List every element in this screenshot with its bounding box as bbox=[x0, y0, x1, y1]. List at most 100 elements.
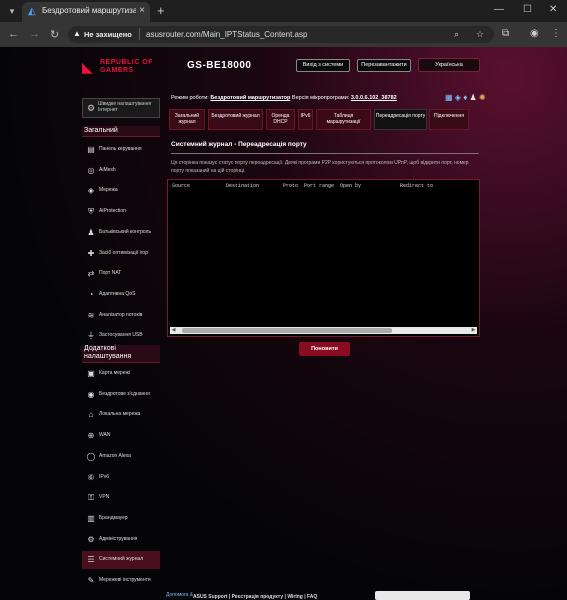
footer-links[interactable]: ASUS Support | Реєстрація продукту | Wir… bbox=[193, 594, 317, 600]
sidebar-item-traffic[interactable]: ≋ Аналізатор потоків bbox=[82, 307, 160, 325]
tab-3[interactable]: Оренда DHCP bbox=[266, 109, 295, 130]
sidebar-item-firewall[interactable]: ▥ Брандмауер bbox=[82, 510, 160, 528]
alexa-icon: ◯ bbox=[86, 451, 96, 461]
sidebar-item-qos[interactable]: ◔ Адаптивна QoS bbox=[82, 286, 160, 304]
sidebar-item-label: Мережеві інструменти bbox=[99, 577, 151, 583]
sidebar-item-label: Порт NAT bbox=[99, 270, 122, 277]
horizontal-scrollbar[interactable]: ◀ ▶ bbox=[170, 327, 477, 334]
usb-status-icon[interactable]: ♦ bbox=[463, 93, 467, 102]
refresh-button[interactable]: Поновити bbox=[299, 342, 350, 356]
sidebar-item-network[interactable]: ◈ Мережа bbox=[82, 182, 160, 200]
quick-setup-label: Швидке налаштування Інтернет bbox=[98, 101, 152, 113]
reboot-button[interactable]: Перезавантажити bbox=[357, 59, 411, 72]
sidebar-item-label: IPv6 bbox=[99, 473, 110, 480]
help-link[interactable]: Допомога & bbox=[166, 592, 193, 598]
panel-description: Ця сторінка показує статус порту переадр… bbox=[171, 160, 469, 174]
sidebar-item-aimesh[interactable]: ◎ AiMesh bbox=[82, 162, 160, 180]
tab-title: Бездротовий маршрутизатор А bbox=[42, 6, 136, 15]
sidebar-item-label: Мережа bbox=[99, 187, 118, 194]
sidebar-item-label: Аналізатор потоків bbox=[99, 311, 143, 318]
new-tab-button[interactable]: + bbox=[157, 3, 165, 18]
rog-logo-icon: ◣ bbox=[82, 59, 93, 75]
extensions-icon[interactable]: ⧉ bbox=[502, 28, 509, 39]
tab-search-icon[interactable]: ▾ bbox=[6, 5, 18, 17]
settings-status-icon[interactable]: ✺ bbox=[479, 93, 486, 102]
sidebar-item-label: Адміністрування bbox=[99, 535, 138, 542]
sidebar-item-globe[interactable]: ⊕ WAN bbox=[82, 427, 160, 445]
quick-internet-setup[interactable]: ⚙ Швидке налаштування Інтернет bbox=[82, 98, 160, 118]
profile-icon[interactable]: ◉ bbox=[530, 28, 539, 39]
close-tab-icon[interactable]: × bbox=[139, 5, 145, 16]
sidebar-item-parental[interactable]: ♟ Батьківський контроль bbox=[82, 224, 160, 242]
tab-5[interactable]: Таблиця маршрутизації bbox=[316, 109, 371, 130]
not-secure-label[interactable]: Не захищено bbox=[84, 30, 132, 39]
vpn-icon: ⚿ bbox=[87, 493, 95, 503]
tab-6[interactable]: Переадресація порту bbox=[374, 109, 427, 130]
logout-button[interactable]: Вихід з системи bbox=[296, 59, 350, 72]
model-name: GS-BE18000 bbox=[187, 60, 252, 71]
map-icon: ▣ bbox=[87, 369, 95, 378]
brand-line2: GAMERS bbox=[100, 67, 134, 74]
browser-tab[interactable]: ◭ Бездротовий маршрутизатор А × bbox=[22, 2, 150, 22]
scroll-right-icon[interactable]: ▶ bbox=[470, 327, 477, 334]
tab-1[interactable]: Загальний журнал bbox=[169, 109, 205, 130]
sidebar-item-dashboard[interactable]: ▤ Панель керування bbox=[82, 141, 160, 159]
admin-icon: ⚙ bbox=[87, 534, 95, 544]
sidebar-item-alexa[interactable]: ◯ Amazon Alexa bbox=[82, 448, 160, 466]
language-select[interactable]: Українська bbox=[418, 58, 480, 72]
sidebar-item-label: Брандмауер bbox=[99, 514, 128, 521]
sidebar-item-label: Бездротове з'єднання bbox=[99, 390, 150, 397]
section-advanced: Додаткові налаштування bbox=[82, 345, 160, 363]
scroll-thumb[interactable] bbox=[182, 328, 392, 333]
sidebar-item-shield[interactable]: ⛨ AiProtection bbox=[82, 203, 160, 221]
sidebar-item-lan[interactable]: ⌂ Локальна мережа bbox=[82, 406, 160, 424]
wizard-icon: ⚙ bbox=[87, 103, 96, 113]
tab-7[interactable]: Підключення bbox=[429, 109, 469, 130]
wifi-icon: ◉ bbox=[87, 389, 95, 399]
section-general: Загальний bbox=[82, 126, 160, 137]
mode-value-link[interactable]: Бездротовий маршрутизатор bbox=[210, 95, 290, 101]
reload-icon[interactable]: ↻ bbox=[50, 28, 59, 41]
bookmark-star-icon[interactable]: ☆ bbox=[476, 29, 484, 40]
sidebar-item-log[interactable]: ☰ Системний журнал bbox=[82, 551, 160, 570]
status-icons: ▦ ◈ ♦ ♟ ✺ bbox=[445, 93, 486, 102]
warning-icon[interactable]: ▲ bbox=[73, 29, 81, 38]
sidebar-item-label: Amazon Alexa bbox=[99, 452, 131, 459]
sidebar-item-game[interactable]: ✚ Засіб оптимізації ігор bbox=[82, 245, 160, 263]
zoom-icon[interactable]: ⌕ bbox=[454, 29, 459, 40]
user-status-icon[interactable]: ♟ bbox=[470, 93, 477, 102]
footer-search-input[interactable] bbox=[375, 591, 470, 600]
router-page: ◣ REPUBLIC OF GAMERS GS-BE18000 Вихід з … bbox=[0, 47, 567, 600]
sidebar-item-nat[interactable]: ⇄ Порт NAT bbox=[82, 265, 160, 283]
forward-icon[interactable]: → bbox=[29, 28, 40, 40]
sidebar-item-label: Карта мережі bbox=[99, 370, 130, 376]
sidebar-item-ipv6[interactable]: ⑥ IPv6 bbox=[82, 469, 160, 487]
network-status-icon[interactable]: ▦ bbox=[445, 93, 453, 102]
sidebar-item-vpn[interactable]: ⚿ VPN bbox=[82, 489, 160, 507]
sidebar-item-map[interactable]: ▣ Карта мережі bbox=[82, 365, 160, 383]
wifi-status-icon[interactable]: ◈ bbox=[455, 93, 461, 102]
scroll-left-icon[interactable]: ◀ bbox=[170, 327, 177, 334]
tab-2[interactable]: Бездротовий журнал bbox=[208, 109, 263, 130]
address-bar[interactable]: ▲ Не захищено asusrouter.com/Main_IPTSta… bbox=[68, 26, 494, 43]
minimize-icon[interactable]: — bbox=[494, 4, 504, 15]
mode-label: Режим роботи: bbox=[171, 95, 209, 101]
firmware-value-link[interactable]: 3.0.0.6.102_38782 bbox=[351, 95, 397, 101]
menu-icon[interactable]: ⋮ bbox=[551, 28, 561, 39]
maximize-icon[interactable]: ☐ bbox=[523, 4, 532, 15]
back-icon[interactable]: ← bbox=[8, 28, 19, 40]
sidebar-item-label: Системний журнал bbox=[99, 556, 144, 563]
game-icon: ✚ bbox=[87, 248, 95, 258]
sidebar-item-usb[interactable]: ⏚ Застосування USB bbox=[82, 327, 160, 345]
close-window-icon[interactable]: ✕ bbox=[549, 4, 557, 15]
sidebar-item-label: Панель керування bbox=[99, 146, 142, 152]
url-text[interactable]: asusrouter.com/Main_IPTStatus_Content.as… bbox=[146, 30, 307, 39]
sidebar-item-admin[interactable]: ⚙ Адміністрування bbox=[82, 531, 160, 549]
status-line: Режим роботи: Бездротовий маршрутизатор … bbox=[171, 95, 397, 101]
sidebar-item-label: Батьківський контроль bbox=[99, 228, 152, 235]
sidebar-item-wifi[interactable]: ◉ Бездротове з'єднання bbox=[82, 386, 160, 404]
browser-tab-bar: ▾ ◭ Бездротовий маршрутизатор А × + — ☐ … bbox=[0, 0, 567, 22]
port-forward-log[interactable]: Source Destination Proto Port range Open… bbox=[167, 179, 480, 337]
sidebar-item-tools[interactable]: ✎ Мережеві інструменти bbox=[82, 572, 160, 590]
tab-4[interactable]: IPv6 bbox=[298, 109, 313, 130]
